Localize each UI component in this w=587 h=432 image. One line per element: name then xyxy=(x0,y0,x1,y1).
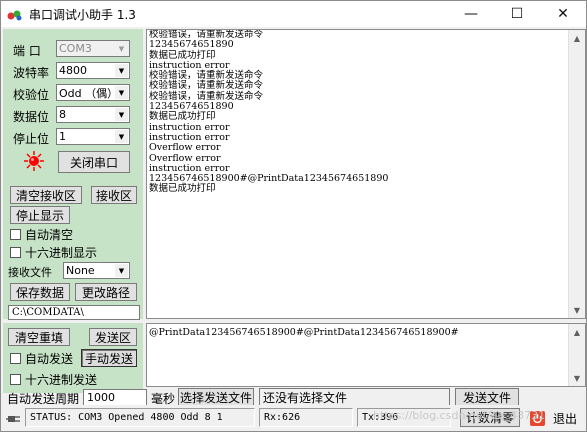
app-logo-icon xyxy=(7,7,23,21)
stopbits-select[interactable]: 1 ▼ xyxy=(56,128,130,145)
minimize-button[interactable]: — xyxy=(448,1,494,27)
chevron-down-icon: ▼ xyxy=(115,42,128,55)
change-path-button[interactable]: 更改路径 xyxy=(75,283,137,301)
databits-label: 数据位 xyxy=(13,110,50,124)
receive-file-value: None xyxy=(66,264,95,277)
receive-lines: 校验错误，请重新发送命令 12345674651890 数据已成功打印 instruc… xyxy=(149,30,567,195)
chevron-down-icon: ▼ xyxy=(115,108,128,121)
receive-textarea[interactable]: 校验错误，请重新发送命令 12345674651890 数据已成功打印 instruc… xyxy=(146,29,586,319)
auto-clear-label: 自动清空 xyxy=(25,228,74,242)
status-text: STATUS: COM3 Opened 4800 Odd 8 1 xyxy=(25,408,255,427)
auto-send-label: 自动发送 xyxy=(25,352,74,366)
receive-file-label: 接收文件 xyxy=(8,266,52,279)
stopbits-label: 停止位 xyxy=(13,132,50,146)
auto-clear-checkbox[interactable] xyxy=(10,229,21,240)
stopbits-value: 1 xyxy=(59,130,66,143)
port-label: 端 口 xyxy=(13,44,41,58)
chevron-down-icon: ▼ xyxy=(115,64,128,77)
scroll-down-icon[interactable]: ▼ xyxy=(569,302,585,318)
chevron-down-icon: ▼ xyxy=(115,86,128,99)
app-window: 串口调试小助手 1.3 — ☐ ✕ 端 口 COM3 ▼ 波特率 4800 ▼ … xyxy=(0,0,587,432)
close-window-button[interactable]: ✕ xyxy=(540,1,586,27)
baud-select[interactable]: 4800 ▼ xyxy=(56,62,130,79)
send-text: @PrintData123456746518900#@PrintData1234… xyxy=(149,327,459,338)
hex-display-checkbox[interactable] xyxy=(10,247,21,258)
chevron-down-icon: ▼ xyxy=(115,264,128,277)
databits-value: 8 xyxy=(59,108,66,121)
save-path-field[interactable]: C:\COMDATA\ xyxy=(8,305,140,320)
databits-select[interactable]: 8 ▼ xyxy=(56,106,130,123)
manual-send-button[interactable]: 手动发送 xyxy=(81,349,137,367)
plug-icon xyxy=(6,411,22,425)
port-status-led-icon xyxy=(23,150,45,172)
title-bar: 串口调试小助手 1.3 — ☐ ✕ xyxy=(1,1,586,27)
scroll-down-icon[interactable]: ▼ xyxy=(569,370,585,386)
scroll-up-icon[interactable]: ▲ xyxy=(569,324,585,340)
port-value: COM3 xyxy=(59,42,92,55)
parity-select[interactable]: Odd （偶） ▼ xyxy=(56,84,130,101)
chevron-down-icon: ▼ xyxy=(115,130,128,143)
receive-scrollbar[interactable]: ▲ ▼ xyxy=(568,30,585,318)
maximize-button[interactable]: ☐ xyxy=(494,1,540,27)
port-select[interactable]: COM3 ▼ xyxy=(56,40,130,57)
parity-value: Odd （偶） xyxy=(59,86,119,100)
clear-resend-button[interactable]: 清空重填 xyxy=(8,328,70,346)
receive-line: 数据已成功打印 xyxy=(149,183,216,195)
stop-display-button[interactable]: 停止显示 xyxy=(10,206,70,224)
clear-receive-button[interactable]: 清空接收区 xyxy=(10,186,82,204)
send-period-field[interactable]: 1000 xyxy=(83,389,147,406)
close-port-button[interactable]: 关闭串口 xyxy=(58,151,130,173)
hex-send-label: 十六进制发送 xyxy=(25,373,98,387)
parity-label: 校验位 xyxy=(13,88,50,102)
auto-send-checkbox[interactable] xyxy=(10,353,21,364)
rx-count: Rx:626 xyxy=(259,408,353,427)
hex-send-checkbox[interactable] xyxy=(10,374,21,385)
watermark: https://blog.csdn.net/qq_43731 xyxy=(373,409,546,422)
baud-label: 波特率 xyxy=(13,66,50,80)
save-data-button[interactable]: 保存数据 xyxy=(10,283,70,301)
scroll-up-icon[interactable]: ▲ xyxy=(569,30,585,46)
hex-display-label: 十六进制显示 xyxy=(25,246,98,260)
exit-label: 退出 xyxy=(553,411,578,426)
settings-panel: 端 口 COM3 ▼ 波特率 4800 ▼ 校验位 Odd （偶） ▼ 数据位 … xyxy=(3,29,143,320)
receive-area-button[interactable]: 接收区 xyxy=(91,186,137,204)
baud-value: 4800 xyxy=(59,64,87,77)
send-area-button[interactable]: 发送区 xyxy=(89,328,137,346)
send-scrollbar[interactable]: ▲ ▼ xyxy=(568,324,585,386)
receive-file-select[interactable]: None ▼ xyxy=(63,262,130,279)
send-textarea[interactable]: @PrintData123456746518900#@PrintData1234… xyxy=(146,323,586,387)
window-title: 串口调试小助手 1.3 xyxy=(29,8,136,22)
